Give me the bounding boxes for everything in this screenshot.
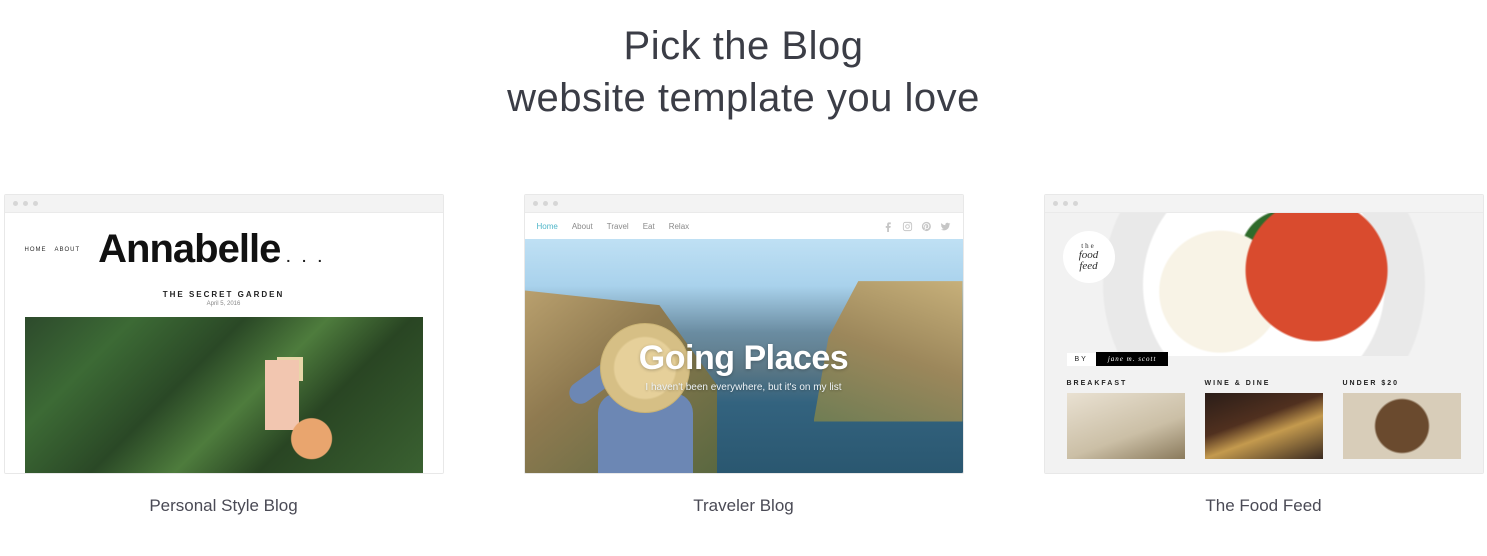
badge-line: feed [1079, 261, 1099, 272]
nav-item: ABOUT [55, 247, 81, 253]
twitter-icon [940, 221, 951, 232]
nav-item: Eat [643, 222, 655, 231]
heading-line-1: Pick the Blog [624, 24, 864, 68]
category-tile: UNDER $20 [1343, 380, 1461, 459]
category-label: UNDER $20 [1343, 380, 1461, 387]
window-dot-icon [553, 201, 558, 206]
nav-item: Relax [669, 222, 689, 231]
template-nav: Home About Travel Eat Relax [525, 213, 963, 239]
browser-chrome [525, 195, 963, 213]
category-tile: WINE & DINE [1205, 380, 1323, 459]
logo-dots-icon: . . . [286, 249, 325, 265]
browser-chrome [5, 195, 443, 213]
template-viewport: Home About Travel Eat Relax [525, 213, 963, 473]
post-date: April 5, 2016 [25, 301, 423, 307]
window-dot-icon [543, 201, 548, 206]
nav-links: Home About Travel Eat Relax [537, 222, 690, 231]
template-card-food-feed[interactable]: the food feed BY jane m. scott BREAKFAST [1044, 194, 1484, 516]
template-gallery: HOME ABOUT Annabelle . . . THE SECRET GAR… [0, 194, 1487, 516]
nav-item: About [572, 222, 593, 231]
badge-line: food [1079, 250, 1099, 261]
template-preview: HOME ABOUT Annabelle . . . THE SECRET GAR… [4, 194, 444, 474]
template-viewport: HOME ABOUT Annabelle . . . THE SECRET GAR… [5, 213, 443, 473]
logo-text: Annabelle [98, 227, 280, 271]
hero-title: Going Places [639, 339, 848, 378]
page-heading: Pick the Blog website template you love [0, 20, 1487, 124]
post-title: THE SECRET GARDEN [25, 290, 423, 299]
post-heading: THE SECRET GARDEN April 5, 2016 [25, 290, 423, 307]
window-dot-icon [1063, 201, 1068, 206]
category-label: WINE & DINE [1205, 380, 1323, 387]
hero-image: Going Places I haven't been everywhere, … [525, 239, 963, 473]
template-card-personal-style[interactable]: HOME ABOUT Annabelle . . . THE SECRET GAR… [4, 194, 444, 516]
author-name: jane m. scott [1096, 352, 1169, 366]
category-tile: BREAKFAST [1067, 380, 1185, 459]
facebook-icon [883, 221, 894, 232]
template-preview: Home About Travel Eat Relax [524, 194, 964, 474]
template-viewport: the food feed BY jane m. scott BREAKFAST [1045, 213, 1483, 473]
pinterest-icon [921, 221, 932, 232]
template-preview: the food feed BY jane m. scott BREAKFAST [1044, 194, 1484, 474]
window-dot-icon [1053, 201, 1058, 206]
template-caption: Personal Style Blog [4, 496, 444, 516]
category-thumb [1205, 393, 1323, 459]
nav-item: HOME [25, 247, 47, 253]
window-dot-icon [13, 201, 18, 206]
nav-item: Travel [607, 222, 629, 231]
logo-badge: the food feed [1063, 231, 1115, 283]
category-row: BREAKFAST WINE & DINE UNDER $20 [1045, 356, 1483, 473]
by-label: BY [1067, 353, 1096, 366]
category-label: BREAKFAST [1067, 380, 1185, 387]
window-dot-icon [33, 201, 38, 206]
hero-image [25, 317, 423, 473]
window-dot-icon [533, 201, 538, 206]
template-caption: Traveler Blog [524, 496, 964, 516]
heading-line-2: website template you love [507, 76, 980, 120]
hero-tagline: I haven't been everywhere, but it's on m… [645, 382, 841, 393]
social-icons [883, 221, 951, 232]
template-caption: The Food Feed [1044, 496, 1484, 516]
browser-chrome [1045, 195, 1483, 213]
nav-item: Home [537, 222, 558, 231]
window-dot-icon [1073, 201, 1078, 206]
template-card-traveler[interactable]: Home About Travel Eat Relax [524, 194, 964, 516]
template-nav: HOME ABOUT [25, 247, 81, 253]
byline: BY jane m. scott [1067, 352, 1169, 366]
category-thumb [1343, 393, 1461, 459]
hero-image: the food feed BY jane m. scott [1045, 213, 1483, 356]
template-logo: Annabelle . . . [98, 227, 326, 272]
window-dot-icon [23, 201, 28, 206]
category-thumb [1067, 393, 1185, 459]
instagram-icon [902, 221, 913, 232]
person-decor-icon [560, 313, 720, 473]
template-header: HOME ABOUT Annabelle . . . [25, 227, 423, 272]
